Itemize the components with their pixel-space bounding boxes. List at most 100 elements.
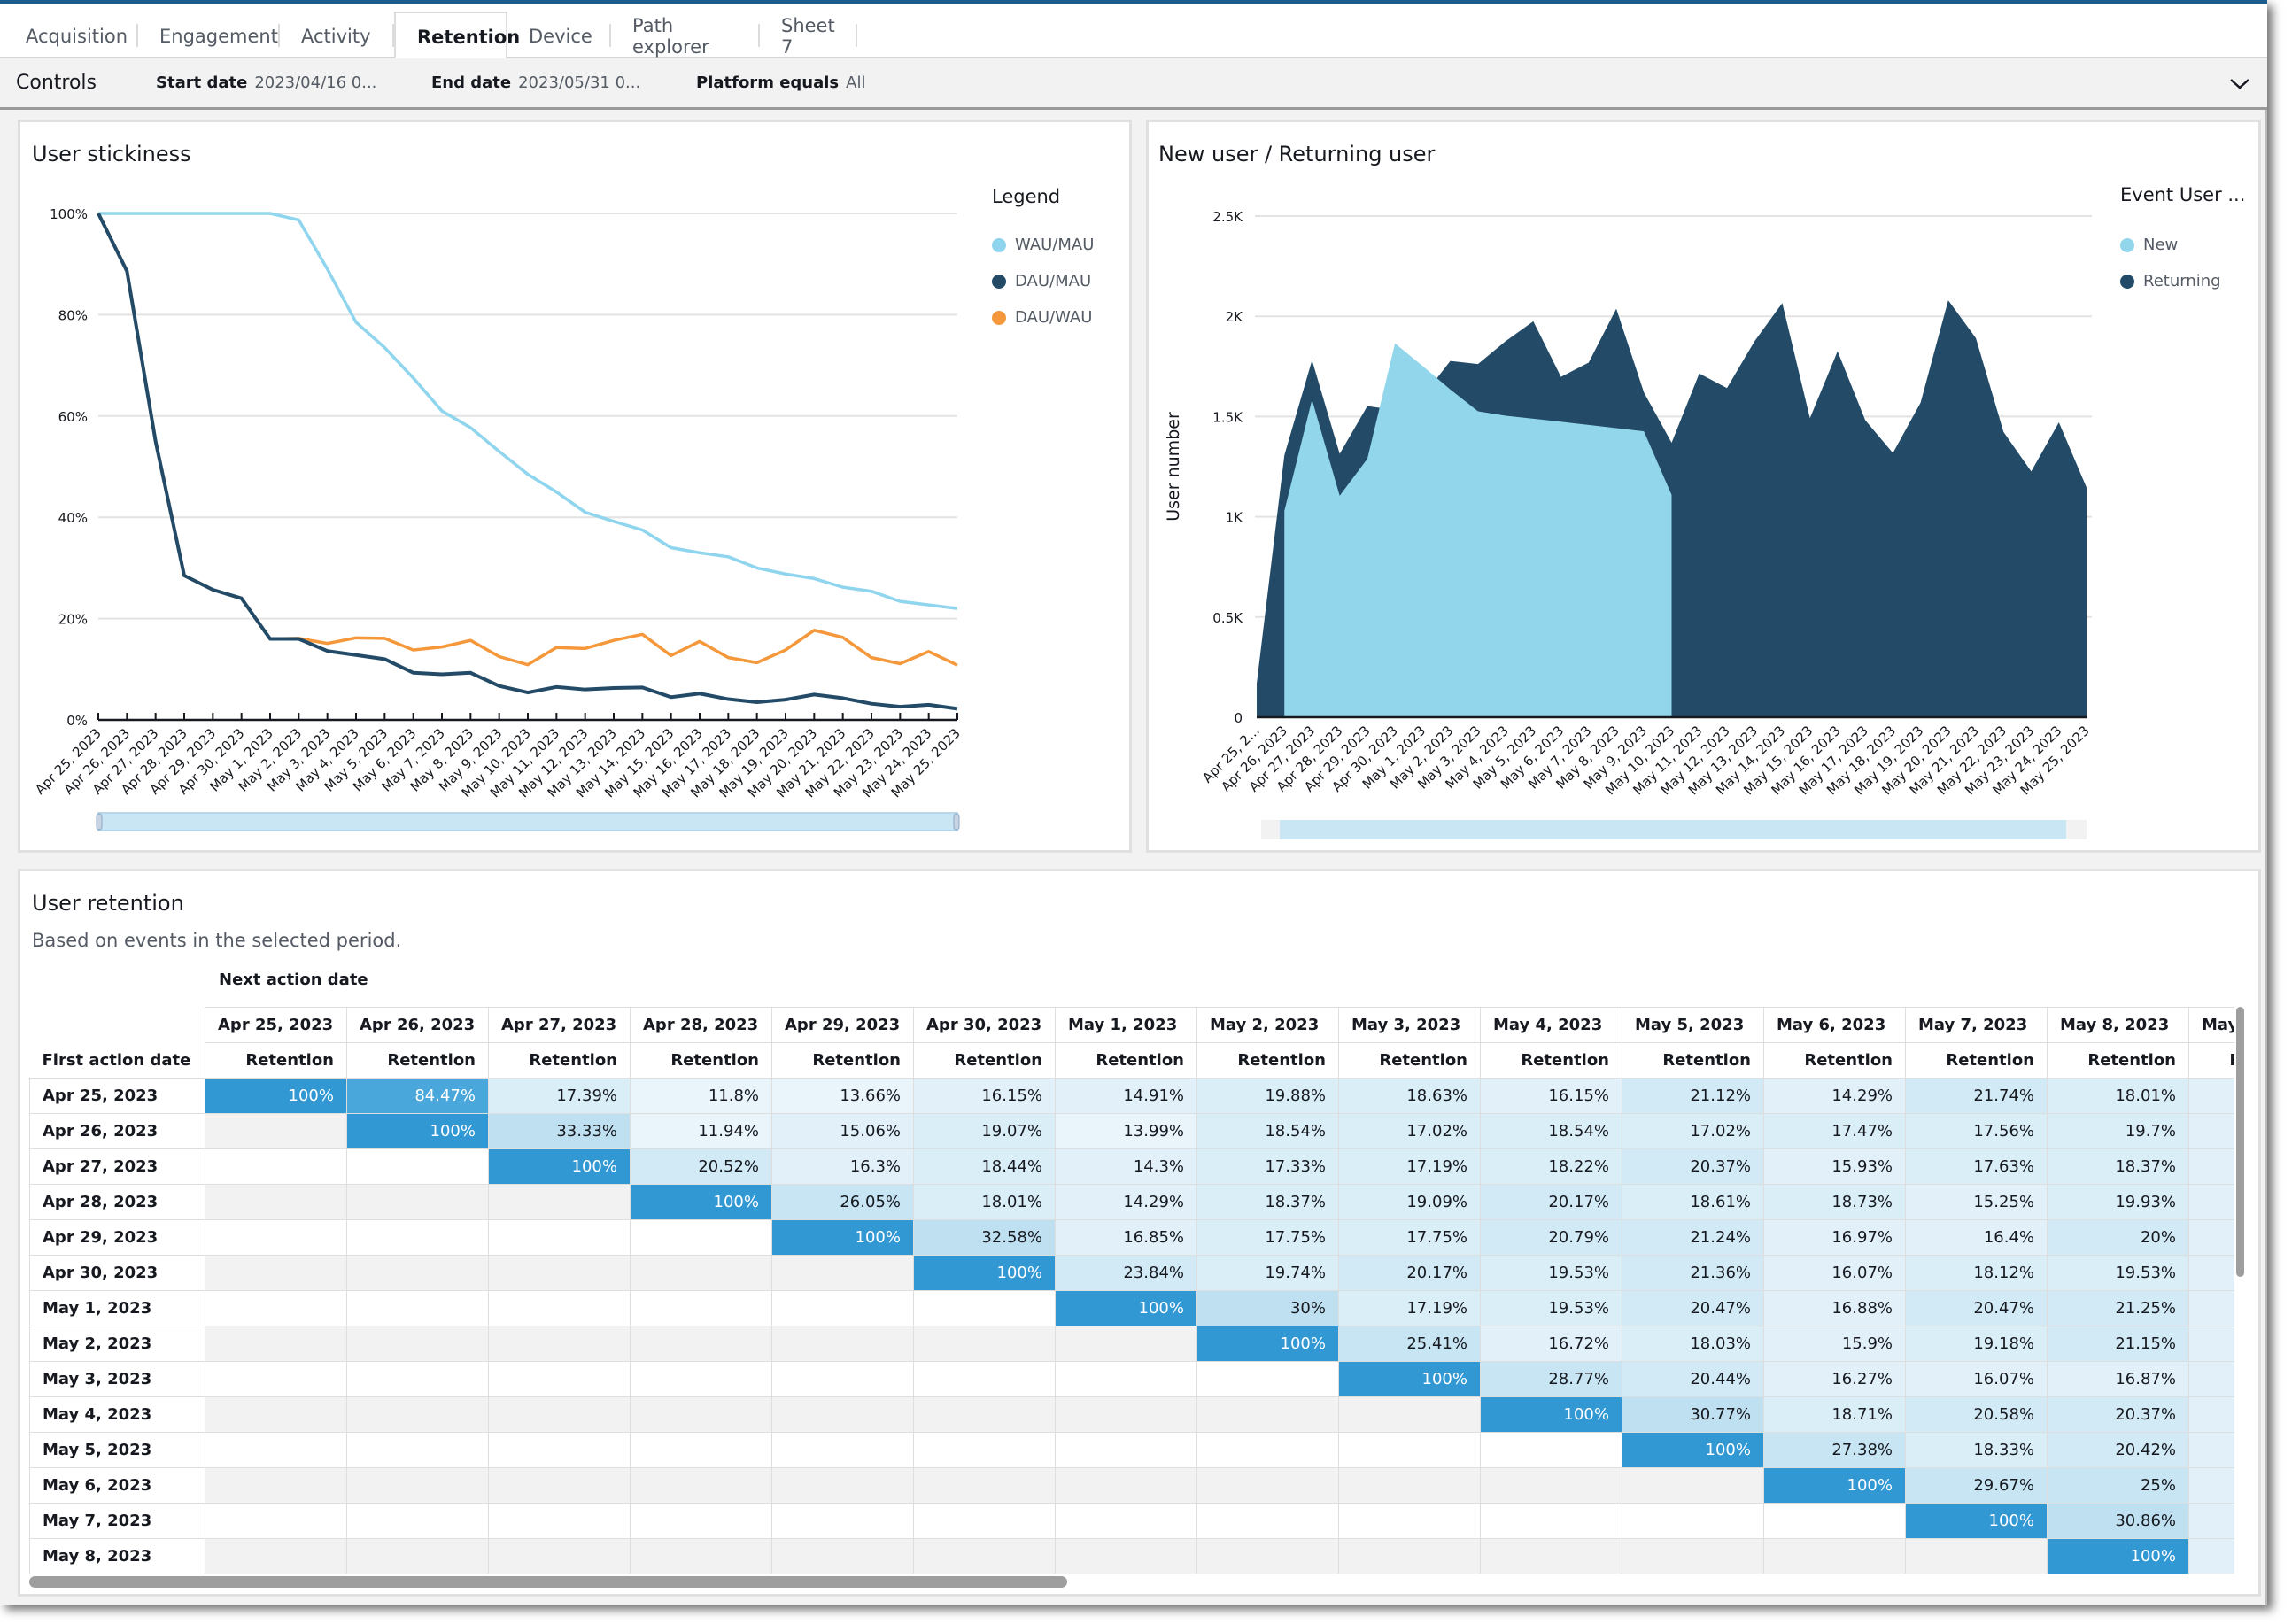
retention-cell-empty[interactable] — [772, 1256, 914, 1291]
retention-cell[interactable]: 25% — [2048, 1468, 2189, 1504]
retention-cell-empty[interactable] — [489, 1433, 631, 1468]
retention-cell[interactable]: 11.94% — [631, 1114, 772, 1149]
column-header-retention[interactable]: Retention — [2189, 1043, 2235, 1079]
retention-cell-empty[interactable] — [205, 1185, 347, 1220]
retention-cell[interactable]: 16.87% — [2048, 1362, 2189, 1397]
series-line-wau-mau[interactable] — [98, 213, 957, 608]
retention-cell-empty[interactable] — [347, 1220, 489, 1256]
retention-cell[interactable]: 17.19% — [1339, 1291, 1481, 1326]
retention-cell-empty[interactable] — [1622, 1539, 1764, 1574]
column-header-date[interactable]: May 3, 2023 — [1339, 1008, 1481, 1043]
retention-cell[interactable]: 14.29% — [1056, 1185, 1197, 1220]
retention-cell[interactable]: 18.71% — [1764, 1397, 1906, 1433]
retention-cell[interactable]: 13.99% — [1056, 1114, 1197, 1149]
retention-cell-empty[interactable] — [347, 1362, 489, 1397]
column-header-date[interactable]: May 2, 2023 — [1197, 1008, 1339, 1043]
retention-cell[interactable]: 18.37% — [2048, 1149, 2189, 1185]
column-header-retention[interactable]: Retention — [347, 1043, 489, 1079]
retention-cell-empty[interactable] — [1197, 1468, 1339, 1504]
tab-device[interactable]: Device — [507, 12, 611, 60]
retention-cell-empty[interactable] — [1197, 1539, 1339, 1574]
retention-cell-empty[interactable] — [205, 1397, 347, 1433]
retention-cell[interactable]: 21.15% — [2048, 1326, 2189, 1362]
retention-cell-empty[interactable] — [347, 1504, 489, 1539]
column-header-retention[interactable]: Retention — [2048, 1043, 2189, 1079]
column-header-retention[interactable]: Retention — [1622, 1043, 1764, 1079]
retention-cell-empty[interactable] — [489, 1326, 631, 1362]
retention-cell-empty[interactable] — [347, 1397, 489, 1433]
chevron-down-icon[interactable] — [2228, 73, 2251, 96]
retention-cell-empty[interactable] — [2189, 1539, 2235, 1574]
tab-path-explorer[interactable]: Path explorer — [611, 12, 760, 60]
retention-cell[interactable]: 30% — [1197, 1291, 1339, 1326]
retention-cell-empty[interactable] — [914, 1504, 1056, 1539]
retention-cell[interactable]: 26.05% — [772, 1185, 914, 1220]
retention-cell[interactable]: 100% — [631, 1185, 772, 1220]
retention-cell[interactable]: 25.41% — [1339, 1326, 1481, 1362]
legend-item-dau-mau[interactable]: DAU/MAU — [992, 272, 1091, 290]
retention-cell[interactable]: 16.15% — [1481, 1079, 1622, 1114]
retention-cell-empty[interactable] — [205, 1256, 347, 1291]
retention-cell-empty[interactable] — [2189, 1220, 2235, 1256]
retention-cell[interactable]: 19.53% — [2048, 1256, 2189, 1291]
retention-cell[interactable]: 14.91% — [1056, 1079, 1197, 1114]
range-slider[interactable] — [98, 813, 957, 831]
retention-cell-empty[interactable] — [772, 1362, 914, 1397]
retention-cell-empty[interactable] — [2189, 1397, 2235, 1433]
retention-cell[interactable]: 20% — [2048, 1220, 2189, 1256]
retention-cell[interactable]: 16.85% — [1056, 1220, 1197, 1256]
retention-cell[interactable]: 20.17% — [1481, 1185, 1622, 1220]
retention-cell-empty[interactable] — [489, 1539, 631, 1574]
retention-cell[interactable]: 20.37% — [2048, 1397, 2189, 1433]
retention-cell[interactable]: 14.3% — [1056, 1149, 1197, 1185]
retention-cell-empty[interactable] — [631, 1362, 772, 1397]
retention-cell[interactable]: 100% — [2048, 1539, 2189, 1574]
retention-cell-empty[interactable] — [347, 1256, 489, 1291]
retention-cell[interactable]: 19.09% — [1339, 1185, 1481, 1220]
retention-cell[interactable]: 27.38% — [1764, 1433, 1906, 1468]
retention-cell-empty[interactable] — [1197, 1362, 1339, 1397]
retention-cell-empty[interactable] — [347, 1291, 489, 1326]
retention-cell[interactable]: 19.74% — [1197, 1256, 1339, 1291]
column-header-retention[interactable]: Retention — [1056, 1043, 1197, 1079]
retention-cell[interactable]: 16.88% — [1764, 1291, 1906, 1326]
retention-cell-empty[interactable] — [914, 1468, 1056, 1504]
retention-cell-empty[interactable] — [489, 1256, 631, 1291]
retention-cell-empty[interactable] — [489, 1362, 631, 1397]
column-header-date[interactable]: May 7, 2023 — [1906, 1008, 2048, 1043]
retention-cell[interactable]: 84.47% — [347, 1079, 489, 1114]
platform-control[interactable]: Platform equalsAll — [696, 73, 865, 92]
tab-sheet-7[interactable]: Sheet 7 — [760, 12, 857, 60]
table-horizontal-scrollbar[interactable] — [29, 1576, 1067, 1588]
retention-cell[interactable]: 19.93% — [2048, 1185, 2189, 1220]
retention-cell-empty[interactable] — [631, 1397, 772, 1433]
retention-cell[interactable]: 20.47% — [1906, 1291, 2048, 1326]
retention-cell-empty[interactable] — [2189, 1362, 2235, 1397]
retention-cell-empty[interactable] — [631, 1539, 772, 1574]
retention-cell[interactable]: 100% — [1197, 1326, 1339, 1362]
retention-cell-empty[interactable] — [1197, 1433, 1339, 1468]
vertical-scroll-thumb[interactable] — [2236, 1007, 2244, 1277]
retention-cell-empty[interactable] — [347, 1185, 489, 1220]
retention-cell[interactable]: 100% — [1056, 1291, 1197, 1326]
column-header-date[interactable]: Apr 27, 2023 — [489, 1008, 631, 1043]
retention-cell[interactable]: 20.42% — [2048, 1433, 2189, 1468]
retention-cell[interactable]: 17.75% — [1339, 1220, 1481, 1256]
start-date-control[interactable]: Start date2023/04/16 0... — [156, 73, 376, 92]
column-header-retention[interactable]: Retention — [1906, 1043, 2048, 1079]
retention-cell[interactable]: 100% — [1764, 1468, 1906, 1504]
retention-cell[interactable]: 100% — [347, 1114, 489, 1149]
retention-cell-empty[interactable] — [205, 1539, 347, 1574]
retention-cell-empty[interactable] — [489, 1220, 631, 1256]
retention-cell[interactable]: 15.06% — [772, 1114, 914, 1149]
retention-cell[interactable]: 16.15% — [914, 1079, 1056, 1114]
zoom-scrollbar-thumb[interactable] — [1280, 820, 2066, 839]
retention-cell-empty[interactable] — [1339, 1468, 1481, 1504]
legend-item-returning[interactable]: Returning — [2120, 272, 2221, 290]
retention-cell-empty[interactable] — [489, 1468, 631, 1504]
controls-bar[interactable]: Controls Start date2023/04/16 0... End d… — [0, 58, 2267, 110]
retention-cell-empty[interactable] — [772, 1397, 914, 1433]
retention-cell-empty[interactable] — [1056, 1326, 1197, 1362]
retention-cell-empty[interactable] — [347, 1539, 489, 1574]
retention-cell-empty[interactable] — [347, 1433, 489, 1468]
